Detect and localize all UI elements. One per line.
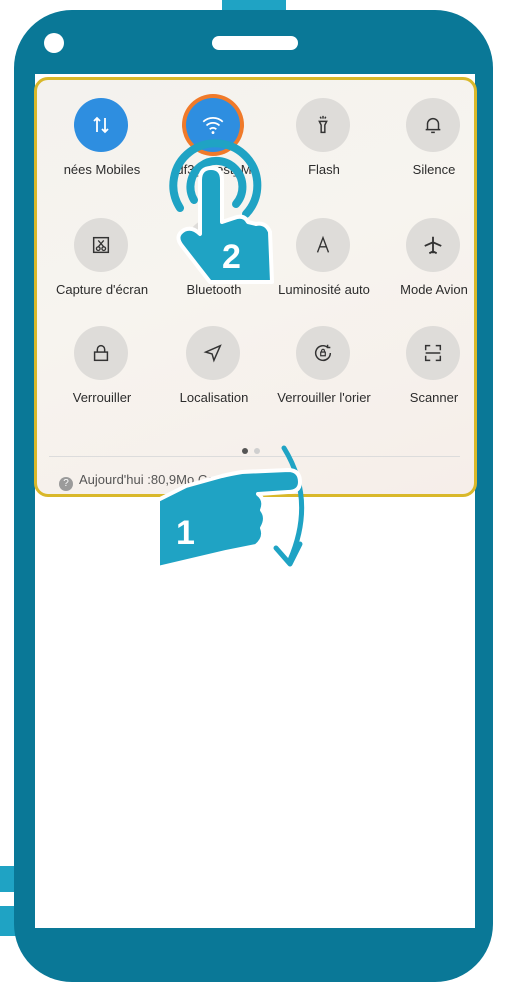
step-number-2: 2 xyxy=(222,238,241,276)
screen-bottom-edge xyxy=(35,928,475,931)
gesture-overlay xyxy=(156,139,305,570)
step-number-1: 1 xyxy=(176,514,195,552)
